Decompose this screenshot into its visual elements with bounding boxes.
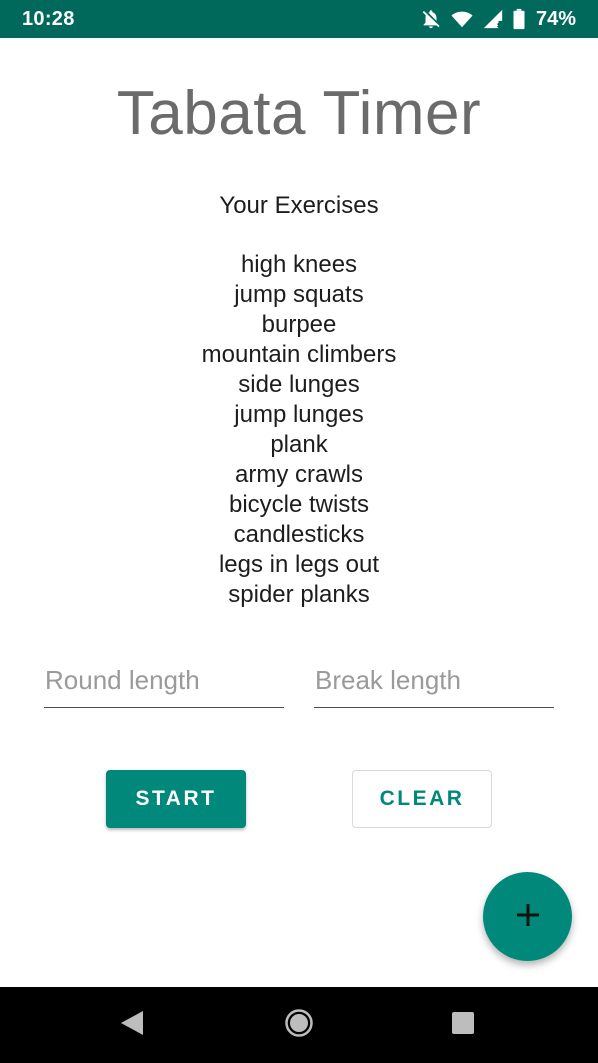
- back-icon: [119, 1009, 145, 1042]
- exercise-item: jump squats: [234, 281, 364, 308]
- exercise-item: bicycle twists: [228, 491, 370, 518]
- status-bar: 10:28 74%: [0, 0, 598, 38]
- exercise-item: spider planks: [228, 581, 370, 608]
- recents-icon: [451, 1011, 475, 1040]
- wifi-icon: [450, 8, 474, 30]
- exercise-item: burpee: [261, 311, 337, 338]
- status-icons: 74%: [420, 8, 576, 31]
- status-time: 10:28: [22, 7, 75, 30]
- app-title: Tabata Timer: [116, 79, 482, 148]
- exercise-item: plank: [270, 431, 328, 458]
- nav-back-button[interactable]: [92, 987, 172, 1063]
- battery-percent: 74%: [535, 7, 576, 30]
- round-length-input[interactable]: [44, 660, 284, 708]
- exercise-item: jump lunges: [234, 401, 364, 428]
- nav-recents-button[interactable]: [423, 987, 503, 1063]
- round-length-field-container: [44, 660, 284, 708]
- break-length-field-container: [314, 660, 554, 708]
- battery-icon: [512, 8, 526, 30]
- exercise-item: army crawls: [234, 461, 363, 488]
- add-exercise-button[interactable]: [483, 872, 572, 961]
- exercise-item: side lunges: [238, 371, 360, 398]
- start-button[interactable]: START: [106, 770, 246, 828]
- break-length-input[interactable]: [314, 660, 554, 708]
- nav-home-button[interactable]: [259, 987, 339, 1063]
- exercise-item: candlesticks: [233, 521, 365, 548]
- home-icon: [284, 1008, 314, 1043]
- notifications-off-icon: [420, 8, 442, 30]
- exercises-heading: Your Exercises: [219, 192, 379, 219]
- exercise-item: mountain climbers: [201, 341, 397, 368]
- exercise-item: legs in legs out: [218, 551, 380, 578]
- navigation-bar: [0, 987, 598, 1063]
- exercise-item: high knees: [240, 251, 358, 278]
- plus-icon: [514, 901, 542, 932]
- exercise-list: high knees jump squats burpee mountain c…: [0, 250, 598, 610]
- clear-button[interactable]: CLEAR: [352, 770, 492, 828]
- signal-icon: [482, 8, 504, 30]
